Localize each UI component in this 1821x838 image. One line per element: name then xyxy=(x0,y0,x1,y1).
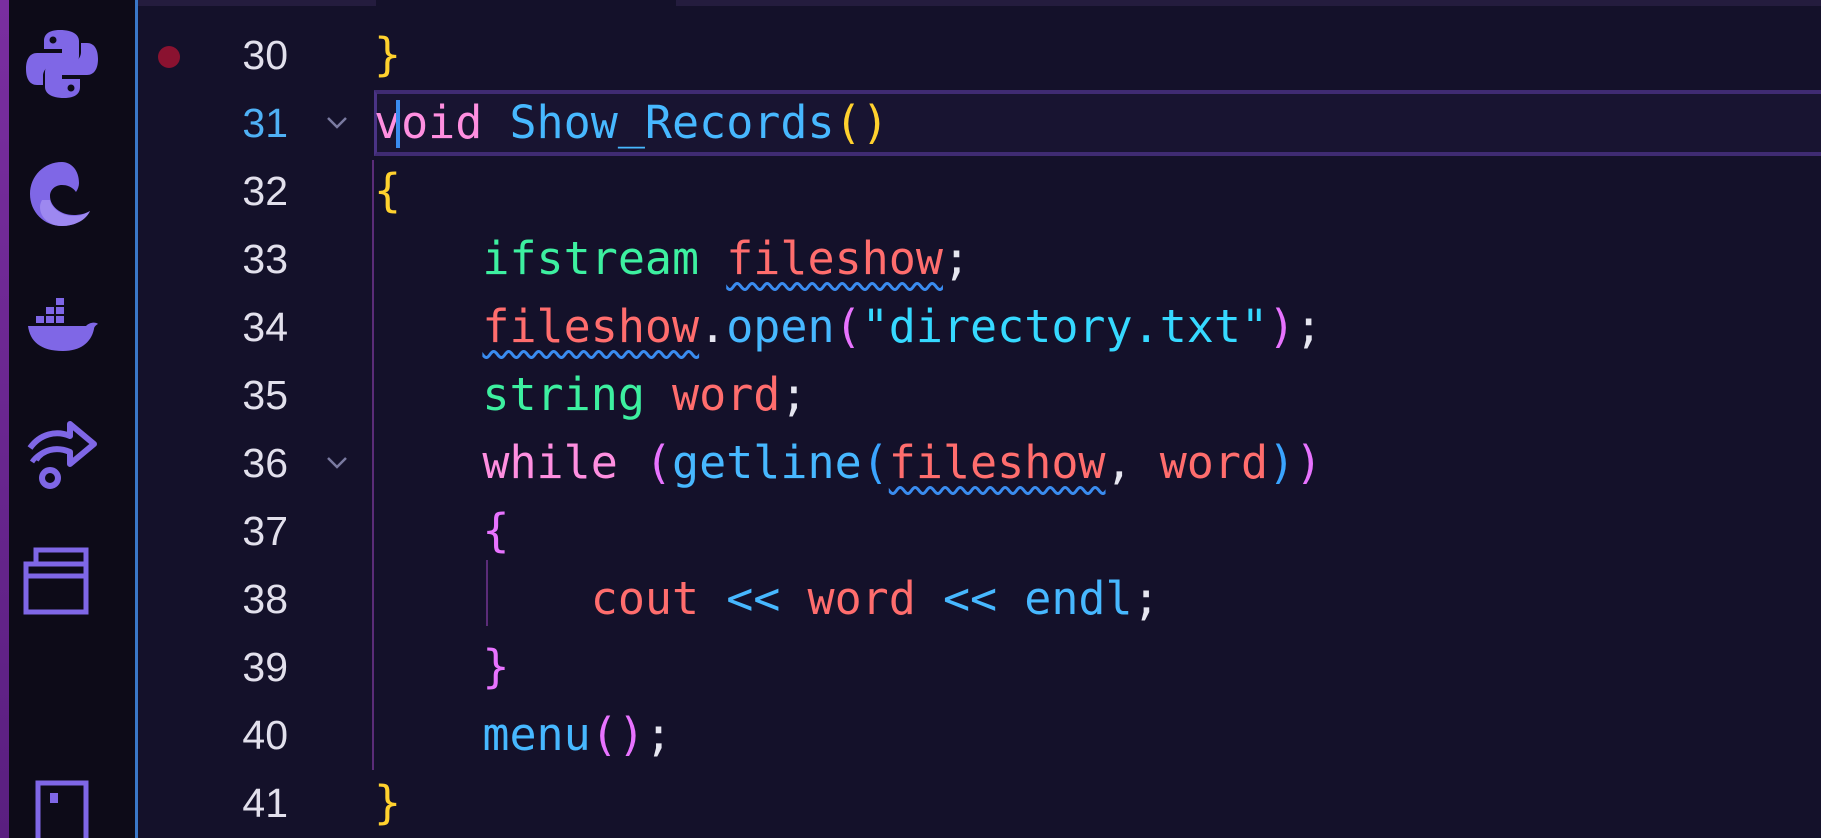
brace: } xyxy=(374,28,402,81)
paren: ( xyxy=(834,96,862,149)
code-line-34[interactable]: 34 fileshow.open("directory.txt"); xyxy=(138,294,1821,362)
semicolon: ; xyxy=(780,368,808,421)
keyword: while xyxy=(482,436,618,489)
keyword: void xyxy=(374,96,483,149)
brace: { xyxy=(482,504,510,557)
paren: ) xyxy=(861,96,889,149)
line-number: 37 xyxy=(242,508,288,554)
edge-icon[interactable] xyxy=(22,154,102,234)
code-line-38[interactable]: 38 cout << word << endl; xyxy=(138,566,1821,634)
semicolon: ; xyxy=(644,708,673,761)
text-cursor xyxy=(396,100,400,148)
variable-name: word xyxy=(807,572,916,625)
windows-icon[interactable] xyxy=(22,540,102,620)
variable-name: word xyxy=(672,368,781,421)
argument: fileshow xyxy=(888,436,1106,489)
line-number: 36 xyxy=(242,440,288,486)
variable-name: cout xyxy=(590,572,700,625)
fold-chevron-icon[interactable] xyxy=(322,108,352,138)
variable-name: fileshow xyxy=(482,300,700,353)
type-name: string xyxy=(482,368,645,421)
string-literal: "directory.txt" xyxy=(861,300,1269,353)
code-line-40[interactable]: 40 menu(); xyxy=(138,702,1821,770)
operator: << xyxy=(726,572,781,625)
remote-share-icon[interactable] xyxy=(22,412,102,492)
activity-bar xyxy=(0,0,138,838)
line-number: 39 xyxy=(242,644,288,690)
code-line-36[interactable]: 36 while (getline(fileshow, word)) xyxy=(138,430,1821,498)
line-number: 30 xyxy=(242,32,288,78)
paren: ( xyxy=(644,436,673,489)
function-name: open xyxy=(726,300,835,353)
paren: ) xyxy=(1268,436,1296,489)
paren: ( xyxy=(861,436,889,489)
line-number-active: 31 xyxy=(242,100,288,146)
code-line-35[interactable]: 35 string word; xyxy=(138,362,1821,430)
device-icon[interactable] xyxy=(22,775,102,838)
dot: . xyxy=(699,300,727,353)
python-icon[interactable] xyxy=(22,24,102,104)
line-number: 32 xyxy=(242,168,288,214)
paren: ) xyxy=(1268,300,1296,353)
argument: word xyxy=(1159,436,1269,489)
function-name: Show_Records xyxy=(509,96,835,149)
line-number: 33 xyxy=(242,236,288,282)
line-number: 40 xyxy=(242,712,288,758)
type-name: ifstream xyxy=(482,232,700,285)
paren: ( xyxy=(834,300,862,353)
line-number: 35 xyxy=(242,372,288,418)
function-name: endl xyxy=(1024,572,1133,625)
function-name: menu xyxy=(482,708,591,761)
comma: , xyxy=(1105,436,1133,489)
brace: { xyxy=(374,164,402,217)
semicolon: ; xyxy=(942,232,971,285)
code-line-37[interactable]: 37 { xyxy=(138,498,1821,566)
brace: } xyxy=(482,640,510,693)
paren: ) xyxy=(617,708,645,761)
variable-name: fileshow xyxy=(726,232,943,285)
operator: << xyxy=(942,572,998,625)
paren: ( xyxy=(590,708,618,761)
code-line-33[interactable]: 33 ifstream fileshow; xyxy=(138,226,1821,294)
semicolon: ; xyxy=(1295,300,1323,353)
function-name: getline xyxy=(672,436,862,489)
semicolon: ; xyxy=(1132,572,1160,625)
code-line-41[interactable]: 41 } xyxy=(138,770,1821,838)
line-number: 41 xyxy=(242,780,288,826)
vscode-window: 30 } 31 void Show_Records() 32 { 33 ifst… xyxy=(0,0,1821,838)
line-number: 38 xyxy=(242,576,288,622)
docker-icon[interactable] xyxy=(22,286,102,366)
code-line-32[interactable]: 32 { xyxy=(138,158,1821,226)
code-line-30[interactable]: 30 } xyxy=(138,22,1821,90)
line-number: 34 xyxy=(242,304,288,350)
code-lines: 30 } 31 void Show_Records() 32 { 33 ifst… xyxy=(138,22,1821,838)
code-editor[interactable]: 30 } 31 void Show_Records() 32 { 33 ifst… xyxy=(138,0,1821,838)
breakpoint-marker[interactable] xyxy=(158,46,180,68)
previous-line-strip xyxy=(138,0,1821,6)
fold-chevron-icon[interactable] xyxy=(322,448,352,478)
paren: ) xyxy=(1295,436,1323,489)
code-line-31[interactable]: 31 void Show_Records() xyxy=(138,90,1821,158)
code-line-39[interactable]: 39 } xyxy=(138,634,1821,702)
brace: } xyxy=(374,776,402,829)
